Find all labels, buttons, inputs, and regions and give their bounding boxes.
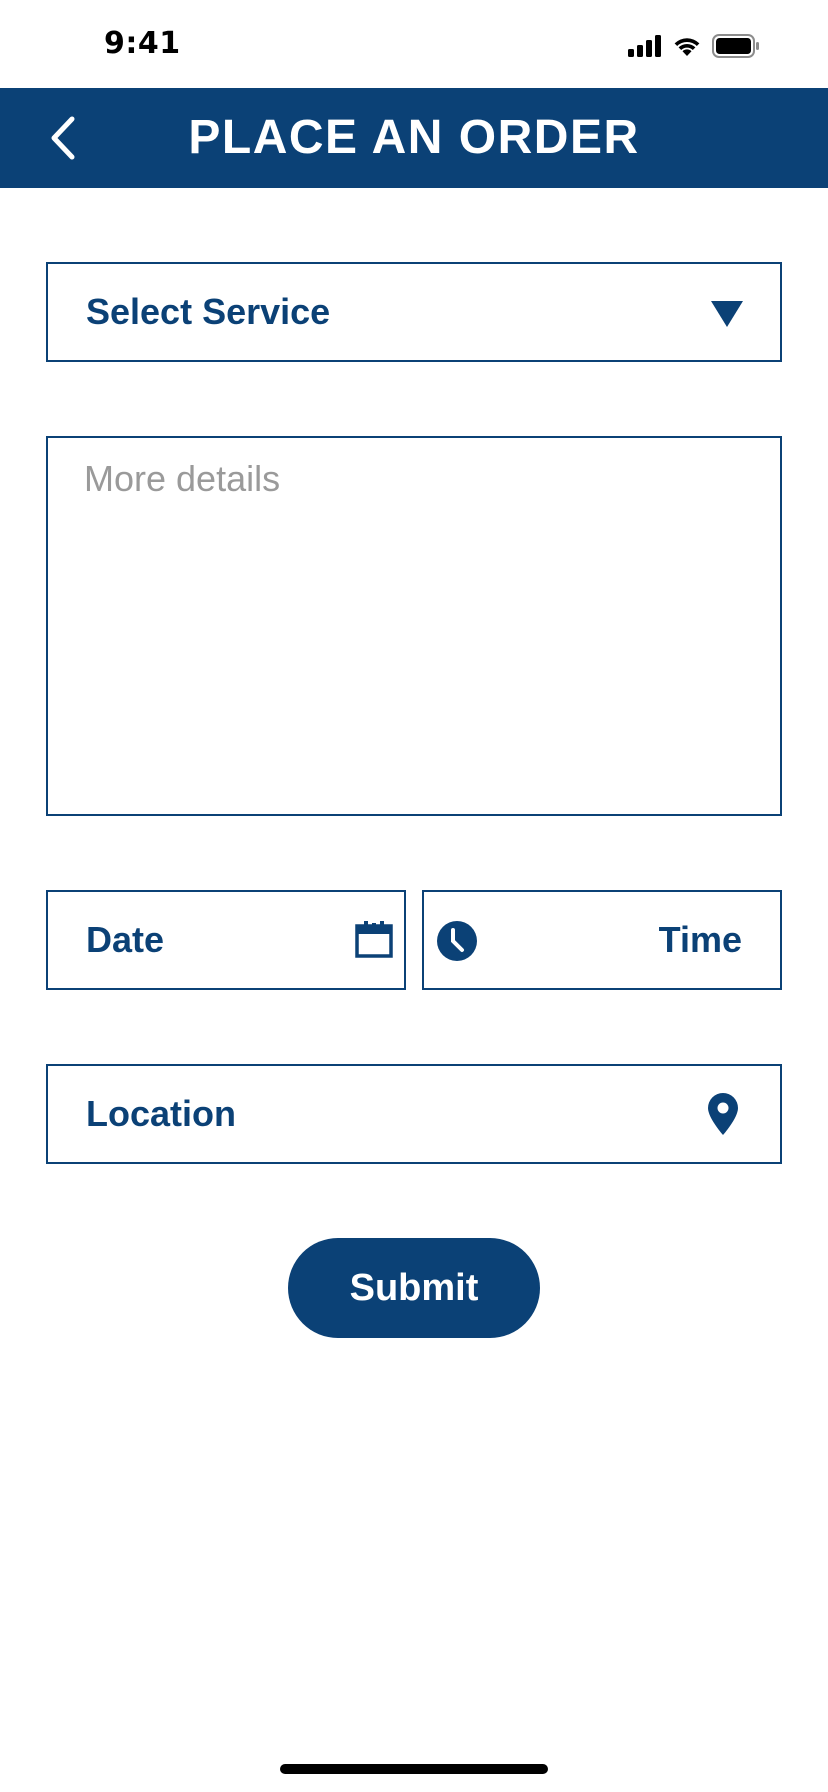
time-label: Time xyxy=(658,919,742,960)
caret-down-icon xyxy=(711,301,743,327)
calendar-icon xyxy=(355,921,393,958)
place-order-screen: 9:41 PLACE AN ORDER Select Service More … xyxy=(0,0,828,1792)
status-time: 9:41 xyxy=(104,26,181,61)
location-field[interactable]: Location xyxy=(46,1064,782,1164)
wifi-icon xyxy=(674,38,700,56)
page-title: PLACE AN ORDER xyxy=(188,111,640,164)
location-label: Location xyxy=(86,1093,236,1134)
home-indicator xyxy=(280,1764,548,1774)
date-label: Date xyxy=(86,919,165,960)
submit-button[interactable]: Submit xyxy=(288,1238,540,1338)
time-field[interactable]: Time xyxy=(422,890,782,990)
battery-icon xyxy=(712,34,759,58)
details-box xyxy=(46,436,782,816)
clock-icon xyxy=(437,921,477,961)
app-header: PLACE AN ORDER xyxy=(0,88,828,188)
map-pin-icon xyxy=(708,1093,738,1135)
select-service-dropdown[interactable]: Select Service xyxy=(46,262,782,362)
select-service-label: Select Service xyxy=(86,291,331,332)
signal-icon xyxy=(628,35,661,57)
status-bar: 9:41 xyxy=(0,0,828,88)
status-icons xyxy=(628,32,760,60)
details-textarea[interactable] xyxy=(48,438,780,814)
date-field[interactable]: Date xyxy=(46,890,406,990)
